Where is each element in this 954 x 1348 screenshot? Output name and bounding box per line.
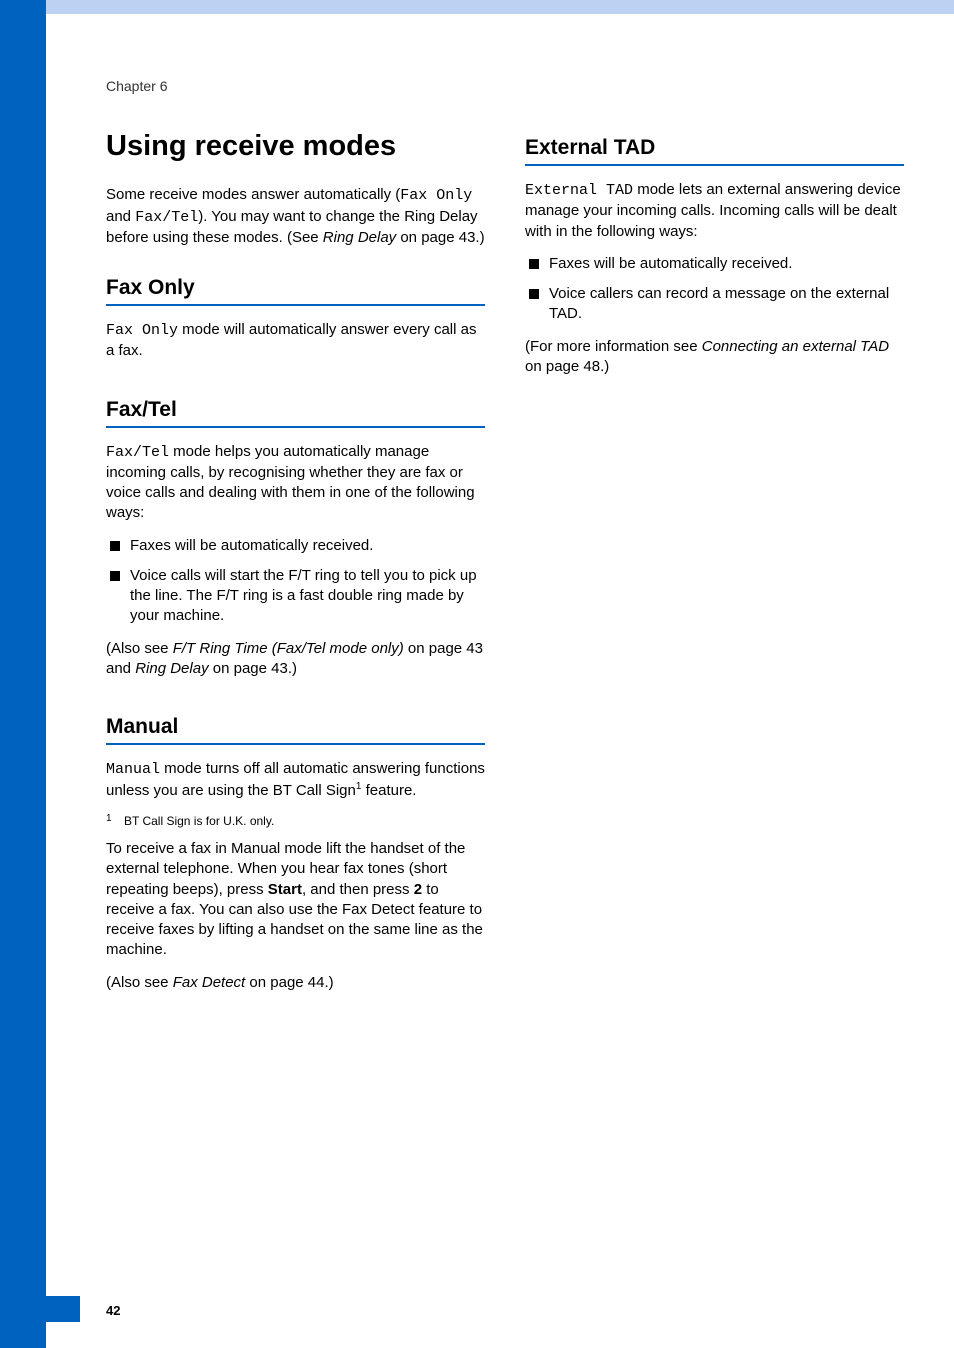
heading-manual: Manual (106, 715, 485, 745)
intro-paragraph: Some receive modes answer automatically … (106, 185, 485, 248)
chapter-label: Chapter 6 (106, 78, 904, 94)
heading-external-tad: External TAD (525, 136, 904, 166)
external-more-ital: Connecting an external TAD (702, 338, 889, 355)
intro-text: Some receive modes answer automatically … (106, 186, 400, 203)
manual-also-post: on page 44.) (245, 974, 333, 991)
footnote-marker: 1 (106, 812, 112, 825)
external-list: Faxes will be automatically received. Vo… (525, 254, 904, 325)
manual-also-ital: Fax Detect (173, 974, 246, 991)
page-title: Using receive modes (106, 130, 485, 163)
manual-footnote: 1 BT Call Sign is for U.K. only. (106, 814, 485, 830)
manual-text-2: feature. (361, 782, 416, 799)
manual-text-1: mode turns off all automatic answering f… (106, 760, 485, 799)
fax-only-mono: Fax Only (106, 322, 178, 339)
fax-tel-also-ital1: F/T Ring Time (Fax/Tel mode only) (173, 640, 404, 657)
manual-also: (Also see Fax Detect on page 44.) (106, 973, 485, 993)
list-item: Voice callers can record a message on th… (525, 284, 904, 325)
heading-fax-only: Fax Only (106, 276, 485, 306)
intro-italic: Ring Delay (323, 229, 396, 246)
list-item: Faxes will be automatically received. (525, 254, 904, 274)
intro-text-post: on page 43.) (396, 229, 484, 246)
fax-tel-also-post: on page 43.) (209, 660, 297, 677)
content-area: Chapter 6 Using receive modes Some recei… (46, 62, 954, 1005)
manual-p2-bold1: Start (268, 881, 302, 898)
heading-fax-tel: Fax/Tel (106, 398, 485, 428)
manual-paragraph-2: To receive a fax in Manual mode lift the… (106, 839, 485, 961)
list-item: Faxes will be automatically received. (106, 536, 485, 556)
fax-only-paragraph: Fax Only mode will automatically answer … (106, 320, 485, 362)
external-more-post: on page 48.) (525, 358, 609, 375)
intro-mono-2: Fax/Tel (135, 209, 198, 226)
external-mono: External TAD (525, 182, 633, 199)
columns: Using receive modes Some receive modes a… (106, 130, 904, 1005)
manual-p2-mid: , and then press (302, 881, 414, 898)
external-more-pre: (For more information see (525, 338, 702, 355)
fax-tel-list: Faxes will be automatically received. Vo… (106, 536, 485, 627)
fax-tel-also-ital2: Ring Delay (135, 660, 208, 677)
fax-tel-also-pre: (Also see (106, 640, 173, 657)
spine-rest (0, 50, 46, 1348)
list-item: Voice calls will start the F/T ring to t… (106, 566, 485, 627)
left-column: Using receive modes Some receive modes a… (106, 130, 485, 1005)
fax-tel-mono: Fax/Tel (106, 444, 169, 461)
intro-mono-1: Fax Only (400, 187, 472, 204)
spine-top (0, 0, 46, 50)
manual-mono: Manual (106, 761, 160, 778)
external-more: (For more information see Connecting an … (525, 337, 904, 378)
fax-tel-paragraph: Fax/Tel mode helps you automatically man… (106, 442, 485, 524)
page-number-tab (0, 1296, 80, 1322)
external-paragraph: External TAD mode lets an external answe… (525, 180, 904, 242)
page-root: Chapter 6 Using receive modes Some recei… (0, 0, 954, 1348)
manual-paragraph-1: Manual mode turns off all automatic answ… (106, 759, 485, 802)
top-band (0, 0, 954, 14)
fax-tel-also: (Also see F/T Ring Time (Fax/Tel mode on… (106, 639, 485, 680)
right-column: External TAD External TAD mode lets an e… (525, 130, 904, 1005)
manual-p2-bold2: 2 (414, 881, 422, 898)
footnote-text: BT Call Sign is for U.K. only. (124, 814, 274, 828)
manual-also-pre: (Also see (106, 974, 173, 991)
page-number: 42 (106, 1303, 120, 1318)
intro-text-mid1: and (106, 208, 135, 225)
